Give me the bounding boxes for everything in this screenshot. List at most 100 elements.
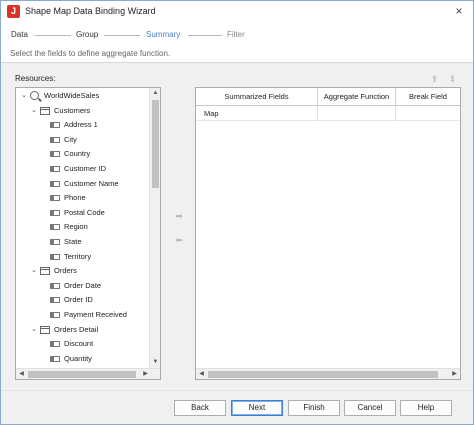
scroll-up-icon[interactable]: ▲ (150, 88, 160, 99)
tree-horizontal-scrollbar[interactable]: ◀ ▶ (16, 368, 160, 379)
step-summary[interactable]: Summary (146, 30, 180, 39)
next-button[interactable]: Next (231, 400, 283, 416)
field-icon (50, 224, 60, 231)
scroll-thumb[interactable] (208, 371, 438, 378)
step-divider (35, 35, 71, 36)
hint-text: Select the fields to define aggregate fu… (10, 49, 171, 58)
step-data[interactable]: Data (11, 30, 28, 39)
help-button[interactable]: Help (400, 400, 452, 416)
step-filter[interactable]: Filter (227, 30, 245, 39)
tree-node-label: Payment Received (64, 310, 127, 319)
field-icon (50, 355, 60, 362)
scroll-thumb[interactable] (28, 371, 136, 378)
tree-viewport: ⌄ WorldWideSales ⌄ Customers Address 1 City Co… (16, 88, 150, 368)
tree-node-label: Country (64, 149, 91, 159)
expand-chevron-icon[interactable]: ⌄ (30, 264, 38, 278)
tree-node[interactable]: Discount (16, 337, 150, 351)
tree-node-label: State (64, 237, 82, 246)
field-icon (50, 180, 60, 187)
tree-node-label: Region (64, 222, 88, 232)
footer-divider (1, 390, 473, 391)
tree-vertical-scrollbar[interactable]: ▲ ▼ (149, 88, 160, 368)
tree-node[interactable]: Customer Name (16, 177, 150, 191)
break-field-cell[interactable] (396, 106, 460, 121)
resources-label: Resources: (15, 74, 56, 83)
step-divider (188, 35, 222, 36)
resources-tree[interactable]: ⌄ WorldWideSales ⌄ Customers Address 1 City Co… (15, 87, 161, 380)
tree-node[interactable]: Quantity (16, 352, 150, 366)
tree-node-label: Customer ID (64, 164, 107, 173)
tree-node[interactable]: Payment Received (16, 308, 150, 322)
tree-node[interactable]: ⌄ WorldWideSales (16, 89, 150, 103)
tree-node-label: Orders Detail (54, 324, 99, 334)
wizard-steps: Data Group Summary Filter (1, 23, 473, 47)
tree-node[interactable]: ⌄ Orders Detail (16, 323, 150, 337)
column-summarized-fields[interactable]: Summarized Fields (196, 88, 318, 106)
summary-table: Summarized Fields Aggregate Function Bre… (195, 87, 461, 380)
tree-node[interactable]: ⌄ Orders (16, 264, 150, 278)
scroll-left-icon[interactable]: ◀ (196, 369, 207, 379)
scroll-left-icon[interactable]: ◀ (16, 369, 27, 379)
table-row[interactable]: Map (196, 106, 460, 121)
cancel-button[interactable]: Cancel (344, 400, 396, 416)
back-button[interactable]: Back (174, 400, 226, 416)
tree-node[interactable]: Country (16, 147, 150, 161)
step-hint: Select the fields to define aggregate fu… (1, 47, 473, 63)
step-divider (104, 35, 140, 36)
tree-node-label: Address 1 (64, 120, 98, 130)
table-icon (40, 106, 50, 115)
tree-node[interactable]: State (16, 235, 150, 249)
tree-node[interactable]: Address 1 (16, 118, 150, 132)
field-icon (50, 151, 60, 158)
scroll-down-icon[interactable]: ▼ (150, 357, 160, 368)
field-icon (50, 209, 60, 216)
expand-chevron-icon[interactable]: ⌄ (30, 323, 38, 337)
step-group[interactable]: Group (76, 30, 98, 39)
tree-node-label: Customers (54, 105, 91, 115)
tree-node[interactable]: Phone (16, 191, 150, 205)
tree-node-label: Quantity (64, 353, 92, 363)
tree-node[interactable]: City (16, 133, 150, 147)
column-break-field[interactable]: Break Field (396, 88, 460, 106)
scroll-right-icon[interactable]: ▶ (449, 369, 460, 379)
field-icon (50, 297, 60, 304)
field-icon (50, 195, 60, 202)
wizard-window: J Shape Map Data Binding Wizard × Data G… (0, 0, 474, 425)
tree-node-label: WorldWideSales (44, 91, 100, 100)
field-icon (50, 166, 60, 172)
expand-chevron-icon[interactable]: ⌄ (30, 104, 38, 118)
scroll-right-icon[interactable]: ▶ (140, 369, 151, 379)
tree-node-label: Order ID (64, 295, 93, 305)
move-down-icon[interactable]: ⬇ (447, 73, 458, 85)
search-icon (30, 91, 39, 100)
tree-node-label: Phone (64, 193, 86, 203)
table-header: Summarized Fields Aggregate Function Bre… (196, 88, 460, 106)
tree-node-label: Discount (64, 339, 94, 349)
tree-node[interactable]: Postal Code (16, 206, 150, 220)
tree-node[interactable]: ⌄ Customers (16, 104, 150, 118)
jreport-app-icon: J (7, 5, 20, 18)
tree-node[interactable]: Order Date (16, 279, 150, 293)
field-icon (50, 341, 60, 348)
tree-node[interactable]: Order ID (16, 293, 150, 307)
scroll-thumb[interactable] (152, 100, 159, 188)
finish-button[interactable]: Finish (288, 400, 340, 416)
summarized-field-cell[interactable]: Map (196, 106, 318, 121)
window-title: Shape Map Data Binding Wizard (25, 6, 156, 16)
tree-node-label: Orders (54, 266, 77, 276)
tree-node[interactable]: Territory (16, 250, 150, 264)
table-horizontal-scrollbar[interactable]: ◀ ▶ (196, 368, 460, 379)
remove-field-arrow-icon[interactable]: ⬅ (172, 234, 186, 246)
column-aggregate-function[interactable]: Aggregate Function (318, 88, 396, 106)
tree-node[interactable]: Region (16, 220, 150, 234)
add-field-arrow-icon[interactable]: ➡ (172, 210, 186, 222)
field-icon (50, 136, 60, 143)
tree-node[interactable]: Customer ID (16, 162, 150, 176)
field-icon (50, 122, 60, 129)
expand-chevron-icon[interactable]: ⌄ (20, 89, 28, 103)
aggregate-function-cell[interactable] (318, 106, 396, 121)
move-up-icon[interactable]: ⬆ (429, 73, 440, 85)
table-icon (40, 267, 50, 276)
close-icon[interactable]: × (451, 4, 467, 20)
tree-node-label: City (64, 134, 77, 144)
